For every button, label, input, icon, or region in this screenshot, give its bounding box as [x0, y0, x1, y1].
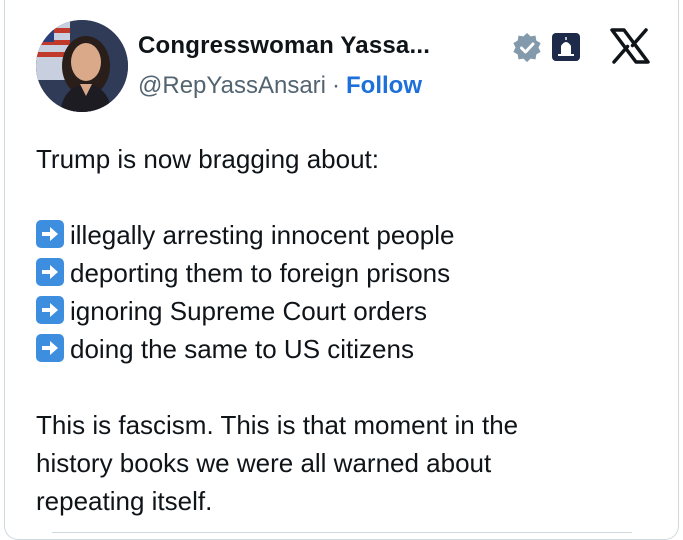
post-intro: Trump is now bragging about:: [36, 144, 380, 174]
list-item: deporting them to foreign prisons: [36, 254, 656, 292]
post-closing-line: This is fascism. This is that moment in …: [36, 410, 519, 440]
author-handle[interactable]: @RepYassAnsari: [138, 72, 326, 99]
right-arrow-icon: [36, 334, 64, 362]
bullet-text: illegally arresting innocent people: [70, 220, 455, 250]
government-affiliation-icon[interactable]: [552, 33, 580, 61]
follow-button[interactable]: Follow: [346, 72, 422, 99]
right-arrow-icon: [36, 296, 64, 324]
author-display-name[interactable]: Congresswoman Yassa...: [138, 32, 430, 60]
bullet-text: doing the same to US citizens: [70, 334, 414, 364]
separator-dot: ·: [332, 72, 340, 99]
author-handle-row: @RepYassAnsari · Follow: [138, 72, 422, 100]
post-text: Trump is now bragging about: illegally a…: [36, 140, 656, 520]
avatar[interactable]: [36, 20, 128, 112]
list-item: doing the same to US citizens: [36, 330, 656, 368]
list-item: ignoring Supreme Court orders: [36, 292, 656, 330]
x-logo-icon[interactable]: [610, 28, 650, 64]
verified-badge-icon: [513, 33, 541, 63]
post-closing-line: repeating itself.: [36, 486, 213, 516]
bullet-text: deporting them to foreign prisons: [70, 258, 451, 288]
divider: [52, 532, 632, 533]
list-item: illegally arresting innocent people: [36, 216, 656, 254]
right-arrow-icon: [36, 220, 64, 248]
post-closing-line: history books we were all warned about: [36, 448, 492, 478]
bullet-text: ignoring Supreme Court orders: [70, 296, 427, 326]
right-arrow-icon: [36, 258, 64, 286]
